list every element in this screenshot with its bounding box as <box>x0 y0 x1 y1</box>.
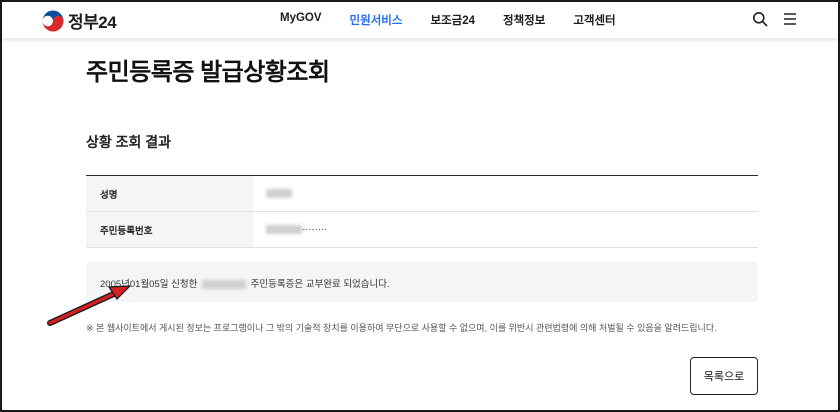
menu-icon[interactable] <box>782 11 798 27</box>
site-logo[interactable]: 정부24 <box>42 8 117 33</box>
site-header: 정부24 MyGOV 민원서비스 보조금24 정책정보 고객센터 <box>2 2 838 38</box>
page-title: 주민등록증 발급상황조회 <box>86 59 330 86</box>
name-label: 성명 <box>86 175 254 212</box>
back-to-list-button[interactable]: 목록으로 <box>690 357 758 395</box>
resident-number-value: -······· <box>254 211 758 248</box>
header-icons <box>752 11 798 27</box>
name-value <box>254 175 758 212</box>
result-info-table: 성명 주민등록번호 -······· <box>86 175 758 248</box>
nav-item-civil-service[interactable]: 민원서비스 <box>350 12 403 28</box>
redacted-name <box>266 188 292 198</box>
section-title: 상황 조회 결과 <box>86 134 172 150</box>
search-icon[interactable] <box>752 11 768 27</box>
nav-item-mygov[interactable]: MyGOV <box>280 12 322 28</box>
nav-item-subsidy24[interactable]: 보조금24 <box>430 12 475 28</box>
resident-number-label: 주민등록번호 <box>86 211 254 248</box>
result-message-box: 2005년01월05일 신청한 주민등록증은 교부완료 되었습니다. <box>86 262 758 302</box>
logo-text: 정부24 <box>68 13 117 32</box>
copyright-notice: ※ 본 웹사이트에서 게시된 정보는 프로그램이나 그 밖의 기술적 장치를 이… <box>86 323 717 333</box>
nav-item-policy-info[interactable]: 정책정보 <box>503 12 545 28</box>
table-row: 성명 <box>86 175 758 212</box>
result-message-prefix: 2005년01월05일 신청한 <box>100 279 198 290</box>
result-message-suffix: 주민등록증은 교부완료 되었습니다. <box>250 279 390 290</box>
main-nav: MyGOV 민원서비스 보조금24 정책정보 고객센터 <box>280 12 644 28</box>
nav-item-customer-center[interactable]: 고객센터 <box>573 12 615 28</box>
redacted-applicant-name <box>202 279 246 289</box>
taegeuk-logo-icon <box>42 10 64 31</box>
table-row: 주민등록번호 -······· <box>86 211 758 248</box>
redacted-resident-number <box>266 224 302 234</box>
resident-number-masked: -······· <box>302 224 328 235</box>
